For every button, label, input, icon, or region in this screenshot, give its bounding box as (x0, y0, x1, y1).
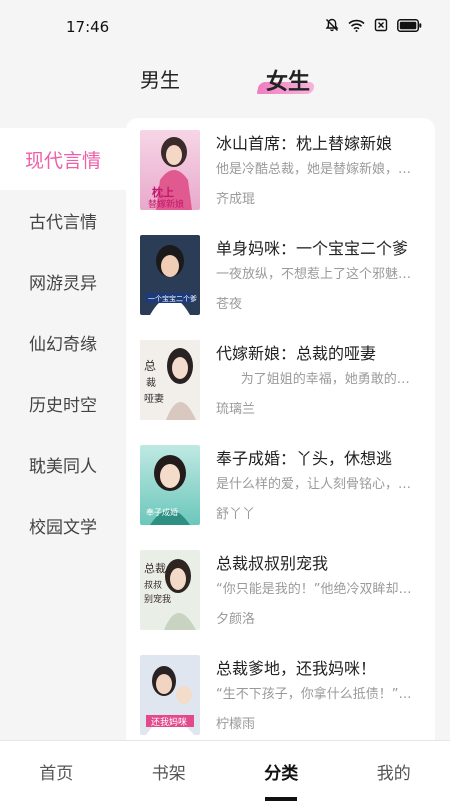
nav-label: 书架 (152, 759, 186, 784)
book-cover-image: 总裁 叔叔 别宠我 (140, 550, 200, 630)
svg-text:总: 总 (144, 359, 156, 373)
book-description: “你只能是我的！”他绝冷双眸却温柔似水 (216, 578, 420, 597)
book-cover-image: 还我妈咪 (140, 655, 200, 735)
category-item-fan-fiction[interactable]: 耽美同人 (0, 434, 126, 495)
book-author: 夕颜洛 (216, 608, 255, 627)
category-item-modern-romance[interactable]: 现代言情 (0, 128, 126, 190)
book-item[interactable]: 奉子成婚 奉子成婚：丫头，休想逃 是什么样的爱，让人刻骨铭心，难以忘怀 舒丫丫 (126, 433, 435, 537)
mute-bell-icon (325, 18, 339, 32)
category-item-history-time[interactable]: 历史时空 (0, 373, 126, 434)
book-cover-image: 一个宝宝二个爹 (140, 235, 200, 315)
svg-text:替嫁新娘: 替嫁新娘 (148, 198, 184, 210)
book-author: 齐成琨 (216, 188, 255, 207)
book-item[interactable]: 还我妈咪 总裁爹地，还我妈咪！ “生不下孩子，你拿什么抵债！”他冷冷地说 柠檬雨 (126, 643, 435, 744)
book-description: 他是冷酷总裁，她是替嫁新娘，他恨她入骨 (216, 158, 420, 177)
status-bar: 17:46 (0, 0, 450, 56)
category-label: 现代言情 (25, 146, 101, 173)
gender-tabs: 男生 女生 (0, 58, 450, 102)
svg-text:还我妈咪: 还我妈咪 (151, 716, 187, 728)
book-title: 单身妈咪：一个宝宝二个爹 (216, 235, 408, 259)
svg-text:枕上: 枕上 (152, 185, 174, 199)
book-description: “生不下孩子，你拿什么抵债！”他冷冷地说 (216, 683, 420, 702)
book-title: 总裁叔叔别宠我 (216, 550, 328, 574)
svg-text:总裁: 总裁 (144, 561, 166, 575)
nav-category[interactable]: 分类 (225, 741, 338, 801)
svg-text:奉子成婚: 奉子成婚 (146, 507, 178, 517)
book-description: 是什么样的爱，让人刻骨铭心，难以忘怀 (216, 473, 420, 492)
sim-blocked-icon (374, 18, 388, 32)
category-label: 校园文学 (29, 513, 97, 538)
tab-male[interactable]: 男生 (140, 64, 180, 93)
category-label: 耽美同人 (29, 452, 97, 477)
book-title: 奉子成婚：丫头，休想逃 (216, 445, 392, 469)
book-author: 柠檬雨 (216, 713, 255, 732)
category-label: 仙幻奇缘 (29, 330, 97, 355)
svg-text:一个宝宝二个爹: 一个宝宝二个爹 (148, 294, 197, 303)
tab-female-label: 女生 (266, 70, 310, 95)
nav-bookshelf[interactable]: 书架 (113, 741, 226, 801)
category-item-campus[interactable]: 校园文学 (0, 495, 126, 556)
category-label: 历史时空 (29, 391, 97, 416)
book-cover-image: 枕上 替嫁新娘 (140, 130, 200, 210)
wifi-icon (348, 19, 365, 32)
nav-mine[interactable]: 我的 (338, 741, 450, 801)
book-author: 舒丫丫 (216, 503, 255, 522)
book-item[interactable]: 总 裁 哑妻 代嫁新娘：总裁的哑妻 为了姐姐的幸福，她勇敢的嫁入豪门 琉璃兰 (126, 328, 435, 432)
book-item[interactable]: 枕上 替嫁新娘 冰山首席：枕上替嫁新娘 他是冷酷总裁，她是替嫁新娘，他恨她入骨 … (126, 118, 435, 222)
category-label: 网游灵异 (29, 269, 97, 294)
svg-text:裁: 裁 (146, 376, 156, 389)
book-item[interactable]: 一个宝宝二个爹 单身妈咪：一个宝宝二个爹 一夜放纵，不想惹上了这个邪魅的男人 苍… (126, 223, 435, 327)
category-sidebar: 现代言情 古代言情 网游灵异 仙幻奇缘 历史时空 耽美同人 校园文学 (0, 128, 126, 556)
nav-label: 分类 (264, 759, 298, 784)
battery-icon (397, 19, 422, 32)
svg-text:哑妻: 哑妻 (144, 392, 164, 405)
book-author: 苍夜 (216, 293, 242, 312)
book-description: 一夜放纵，不想惹上了这个邪魅的男人 (216, 263, 420, 282)
nav-home[interactable]: 首页 (0, 741, 113, 801)
book-title: 总裁爹地，还我妈咪！ (216, 655, 376, 679)
category-item-fantasy[interactable]: 仙幻奇缘 (0, 312, 126, 373)
book-title: 冰山首席：枕上替嫁新娘 (216, 130, 392, 154)
category-item-ancient-romance[interactable]: 古代言情 (0, 190, 126, 251)
book-title: 代嫁新娘：总裁的哑妻 (216, 340, 376, 364)
nav-label: 首页 (39, 759, 73, 784)
active-indicator (265, 797, 297, 801)
book-item[interactable]: 总裁 叔叔 别宠我 总裁叔叔别宠我 “你只能是我的！”他绝冷双眸却温柔似水 夕颜… (126, 538, 435, 642)
status-icons (325, 18, 422, 32)
bottom-navigation: 首页 书架 分类 我的 (0, 740, 450, 801)
nav-label: 我的 (377, 759, 411, 784)
book-author: 琉璃兰 (216, 398, 255, 417)
book-description: 为了姐姐的幸福，她勇敢的嫁入豪门 (216, 368, 420, 387)
category-label: 古代言情 (29, 208, 97, 233)
svg-text:叔叔: 叔叔 (144, 579, 162, 591)
book-list: 枕上 替嫁新娘 冰山首席：枕上替嫁新娘 他是冷酷总裁，她是替嫁新娘，他恨她入骨 … (126, 118, 435, 744)
tab-female[interactable]: 女生 (266, 64, 310, 96)
book-cover-image: 奉子成婚 (140, 445, 200, 525)
category-item-game-supernatural[interactable]: 网游灵异 (0, 251, 126, 312)
book-cover-image: 总 裁 哑妻 (140, 340, 200, 420)
status-time: 17:46 (66, 18, 109, 36)
svg-text:别宠我: 别宠我 (144, 593, 171, 605)
